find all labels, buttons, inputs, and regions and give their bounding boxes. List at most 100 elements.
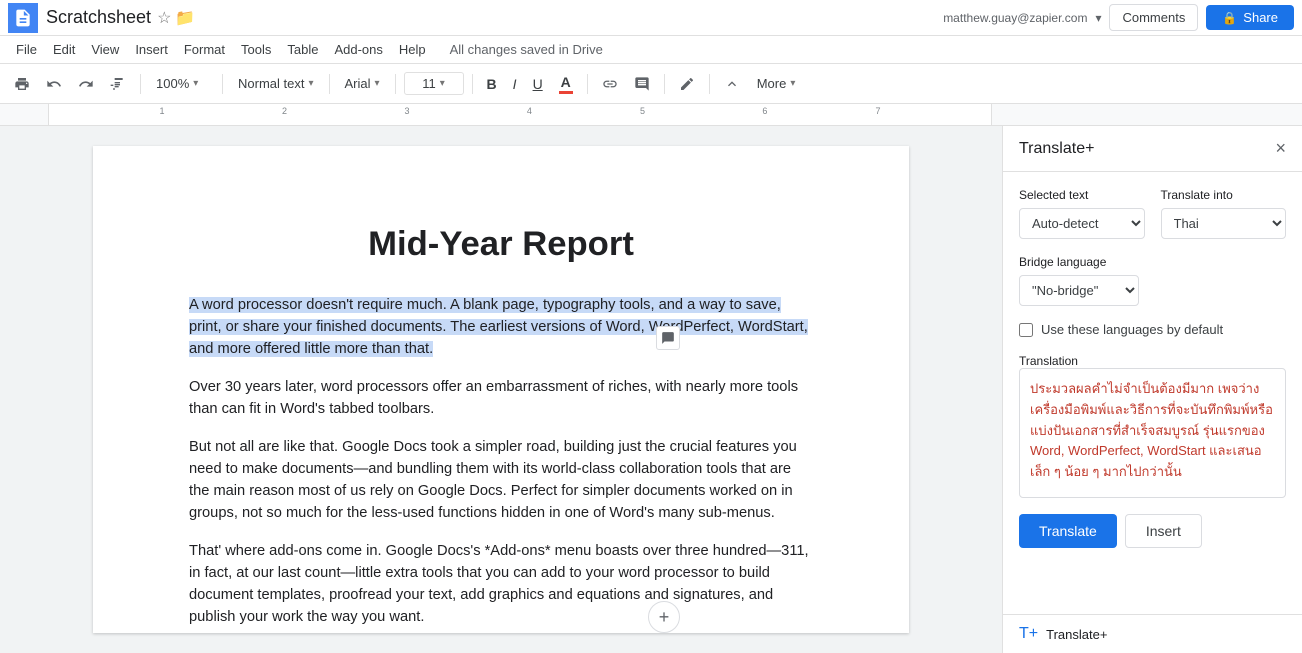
separator-2 [222, 74, 223, 94]
translation-section: Translation ประมวลผลคำไม่จำเป็นต้องมีมาก… [1019, 353, 1286, 498]
translate-into-col: Translate into Thai [1161, 188, 1287, 239]
bold-button[interactable]: B [481, 72, 503, 96]
target-language-select[interactable]: Thai [1161, 208, 1287, 239]
style-value: Normal text [238, 76, 304, 91]
menu-insert[interactable]: Insert [127, 40, 176, 59]
bridge-language-label: Bridge language [1019, 255, 1286, 269]
font-size-dropdown-arrow: ▾ [440, 78, 445, 89]
comment-scroll-area [656, 326, 680, 350]
share-button[interactable]: 🔒 Share [1206, 5, 1294, 30]
translate-plus-icon: T+ [1019, 625, 1038, 643]
panel-title: Translate+ [1019, 140, 1094, 158]
selected-text-1: A word processor doesn't require much. A… [189, 297, 808, 357]
user-email: matthew.guay@zapier.com [943, 11, 1087, 25]
separator-4 [395, 74, 396, 94]
zoom-dropdown[interactable]: 100% ▾ [149, 72, 214, 95]
ruler-label-2: 2 [282, 106, 287, 116]
panel-header: Translate+ × [1003, 126, 1302, 172]
language-row: Selected text Auto-detect Translate into… [1019, 188, 1286, 239]
main-layout: Mid-Year Report A word processor doesn't… [0, 126, 1302, 653]
font-size-value: 11 [422, 76, 436, 91]
font-value: Arial [345, 76, 371, 91]
paragraph-2: Over 30 years later, word processors off… [189, 376, 813, 420]
ruler-label-7: 7 [875, 106, 880, 116]
add-button-area: + [648, 601, 680, 633]
use-default-label: Use these languages by default [1041, 322, 1223, 337]
selected-text-col: Selected text Auto-detect [1019, 188, 1145, 239]
pen-button[interactable] [673, 72, 701, 96]
paint-format-button[interactable] [104, 72, 132, 96]
autosave-message: All changes saved in Drive [450, 42, 603, 57]
user-dropdown-arrow[interactable]: ▾ [1095, 11, 1101, 25]
doc-title: Scratchsheet [46, 7, 151, 28]
share-label: Share [1243, 10, 1278, 25]
font-color-button[interactable]: A [553, 70, 579, 98]
style-dropdown-arrow: ▾ [308, 78, 313, 89]
bridge-section: Bridge language "No-bridge" [1019, 255, 1286, 306]
undo-button[interactable] [40, 72, 68, 96]
paragraph-3: But not all are like that. Google Docs t… [189, 436, 813, 524]
translation-output: ประมวลผลคำไม่จำเป็นต้องมีมาก เพจว่างเครื… [1019, 368, 1286, 498]
menu-bar: File Edit View Insert Format Tools Table… [0, 36, 1302, 64]
document-page[interactable]: Mid-Year Report A word processor doesn't… [93, 146, 909, 633]
star-icon[interactable]: ☆ [157, 8, 171, 28]
ruler-label-5: 5 [640, 106, 645, 116]
panel-buttons: Translate Insert [1019, 514, 1286, 556]
font-dropdown-arrow: ▾ [375, 78, 380, 89]
paragraph-1: A word processor doesn't require much. A… [189, 294, 813, 360]
scroll-comment-icon[interactable] [656, 326, 680, 350]
separator-7 [664, 74, 665, 94]
italic-button[interactable]: I [507, 72, 523, 96]
use-default-checkbox[interactable] [1019, 323, 1033, 337]
lock-icon: 🔒 [1222, 11, 1237, 25]
insert-button[interactable]: Insert [1125, 514, 1202, 548]
font-dropdown[interactable]: Arial ▾ [338, 72, 387, 95]
translation-text: ประมวลผลคำไม่จำเป็นต้องมีมาก เพจว่างเครื… [1030, 381, 1273, 479]
menu-view[interactable]: View [83, 40, 127, 59]
folder-icon[interactable]: 📁 [175, 8, 195, 28]
separator-5 [472, 74, 473, 94]
document-title: Mid-Year Report [189, 218, 813, 270]
translation-label: Translation [1019, 354, 1078, 368]
menu-format[interactable]: Format [176, 40, 233, 59]
comments-button[interactable]: Comments [1109, 4, 1198, 31]
menu-addons[interactable]: Add-ons [326, 40, 390, 59]
add-page-button[interactable]: + [648, 601, 680, 633]
ruler-label-4: 4 [527, 106, 532, 116]
document-area: Mid-Year Report A word processor doesn't… [0, 126, 1002, 653]
panel-body: Selected text Auto-detect Translate into… [1003, 172, 1302, 614]
top-bar: Scratchsheet ☆ 📁 matthew.guay@zapier.com… [0, 0, 1302, 36]
menu-edit[interactable]: Edit [45, 40, 83, 59]
underline-button[interactable]: U [527, 72, 549, 96]
separator-3 [329, 74, 330, 94]
comment-inline-button[interactable] [628, 72, 656, 96]
translate-button[interactable]: Translate [1019, 514, 1117, 548]
bridge-language-select[interactable]: "No-bridge" [1019, 275, 1139, 306]
ruler-label-1: 1 [160, 106, 165, 116]
more-label: More [757, 76, 787, 91]
print-button[interactable] [8, 72, 36, 96]
panel-close-button[interactable]: × [1275, 138, 1286, 159]
more-dropdown[interactable]: More ▾ [750, 72, 803, 95]
toolbar: 100% ▾ Normal text ▾ Arial ▾ 11 ▾ B I U … [0, 64, 1302, 104]
font-color-bar [559, 91, 573, 94]
menu-help[interactable]: Help [391, 40, 434, 59]
separator-8 [709, 74, 710, 94]
ruler-inner: 1 2 3 4 5 6 7 [48, 104, 992, 125]
paragraph-4: That' where add-ons come in. Google Docs… [189, 540, 813, 628]
font-size-dropdown[interactable]: 11 ▾ [404, 72, 464, 95]
style-dropdown[interactable]: Normal text ▾ [231, 72, 321, 95]
redo-button[interactable] [72, 72, 100, 96]
ruler-label-3: 3 [404, 106, 409, 116]
menu-file[interactable]: File [8, 40, 45, 59]
footer-text: Translate+ [1046, 627, 1107, 642]
app-icon [8, 3, 38, 33]
menu-tools[interactable]: Tools [233, 40, 279, 59]
source-language-select[interactable]: Auto-detect [1019, 208, 1145, 239]
translate-into-label: Translate into [1161, 188, 1287, 202]
collapse-button[interactable] [718, 72, 746, 96]
separator-1 [140, 74, 141, 94]
menu-table[interactable]: Table [279, 40, 326, 59]
link-button[interactable] [596, 72, 624, 96]
user-area: matthew.guay@zapier.com ▾ Comments 🔒 Sha… [943, 4, 1294, 31]
